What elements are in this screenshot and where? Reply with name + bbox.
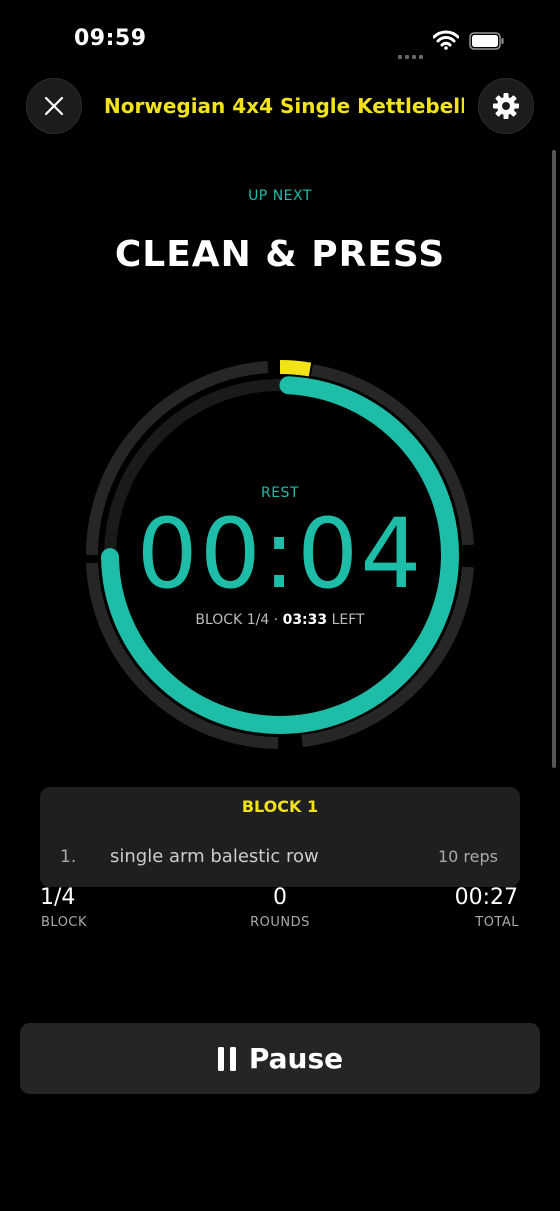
block-remaining: BLOCK 1/4 · 03:33 LEFT [0,612,560,628]
close-button[interactable] [26,78,82,134]
settings-button[interactable] [478,78,534,134]
exercise-name: single arm balestic row [110,846,319,867]
battery-icon [469,32,504,50]
wifi-icon [433,30,459,50]
signal-icon [398,44,426,59]
block-card[interactable]: BLOCK 1 1. single arm balestic row 10 re… [40,787,520,887]
pause-icon [217,1046,236,1071]
position-marker [279,360,312,377]
gear-icon [493,93,519,119]
stat-total-label: TOTAL [475,915,519,930]
exercise-number: 1. [60,847,77,867]
exercise-reps: 10 reps [437,847,498,866]
pause-label: Pause [248,1042,344,1075]
up-next-label: UP NEXT [248,188,312,204]
pause-button[interactable]: Pause [20,1023,540,1094]
block-suffix: LEFT [331,612,365,628]
close-icon [44,96,64,116]
block-prefix: BLOCK 1/4 · [195,612,279,628]
status-time: 09:59 [74,26,147,51]
next-exercise-name: CLEAN & PRESS [114,234,446,275]
block-title: BLOCK 1 [241,797,319,816]
workout-title: Norwegian 4x4 Single Kettlebell ·... [104,94,464,118]
stat-total-value: 00:27 [454,885,518,910]
countdown-display: 00:04 [136,498,424,610]
block-time-left: 03:33 [282,612,328,628]
